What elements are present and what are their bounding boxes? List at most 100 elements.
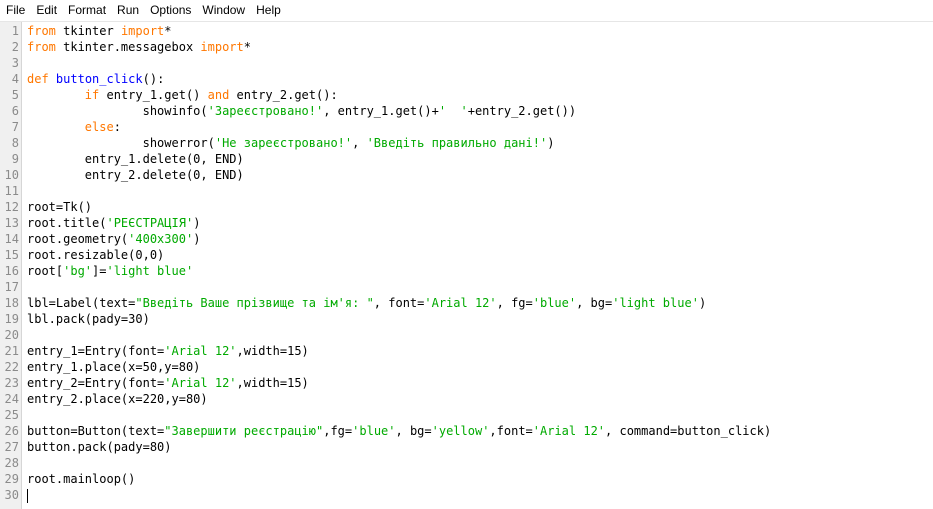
code-token: entry_2.delete(0, END)	[27, 168, 244, 182]
code-line[interactable]: 30	[0, 487, 933, 503]
code-text: root.mainloop()	[27, 471, 135, 487]
code-token: , bg=	[576, 296, 613, 310]
code-text: root.title('РЕЄСТРАЦІЯ')	[27, 215, 200, 231]
code-line[interactable]: 18 lbl=Label(text="Введіть Ваше прізвище …	[0, 295, 933, 311]
code-line[interactable]: 20	[0, 327, 933, 343]
menu-run[interactable]: Run	[111, 0, 144, 20]
line-number: 30	[4, 488, 19, 502]
code-token: tkinter.messagebox	[55, 40, 201, 54]
code-token: ' '	[438, 104, 468, 118]
code-line[interactable]: 12 root=Tk()	[0, 199, 933, 215]
menu-options[interactable]: Options	[144, 0, 196, 20]
code-token: 'Введіть правильно дані!'	[366, 136, 548, 150]
code-token: 'blue'	[532, 296, 577, 310]
code-text: entry_2.delete(0, END)	[27, 167, 244, 183]
code-line[interactable]: 28	[0, 455, 933, 471]
text-cursor	[27, 489, 28, 503]
code-token: entry_1.delete(0, END)	[27, 152, 244, 166]
code-text: def button_click():	[27, 71, 164, 87]
line-number: 8	[11, 136, 19, 150]
code-token: button.pack(pady=80)	[27, 440, 172, 454]
code-line[interactable]: 22 entry_1.place(x=50,y=80)	[0, 359, 933, 375]
code-line[interactable]: 11	[0, 183, 933, 199]
code-line[interactable]: 21 entry_1=Entry(font='Arial 12',width=15…	[0, 343, 933, 359]
code-token: ,width=15)	[236, 344, 309, 358]
code-token: from	[27, 40, 56, 54]
code-text: entry_1.delete(0, END)	[27, 151, 244, 167]
code-token: entry_2=Entry(font=	[27, 376, 165, 390]
code-line[interactable]: 25	[0, 407, 933, 423]
line-number: 2	[11, 40, 19, 54]
code-line[interactable]: 7 else:	[0, 119, 933, 135]
code-line[interactable]: 17	[0, 279, 933, 295]
code-line[interactable]: 6 showinfo('Зареєстровано!', entry_1.get…	[0, 103, 933, 119]
menu-edit[interactable]: Edit	[30, 0, 62, 20]
line-number: 12	[4, 200, 19, 214]
code-line[interactable]: 8 showerror('Не зареєстровано!', 'Введіт…	[0, 135, 933, 151]
code-line[interactable]: 5 if entry_1.get() and entry_2.get():	[0, 87, 933, 103]
code-token: button=Button(text=	[27, 424, 165, 438]
line-number: 29	[4, 472, 19, 486]
line-number: 4	[11, 72, 19, 86]
code-token: "Завершити реєстрацію"	[164, 424, 324, 438]
line-number: 14	[4, 232, 19, 246]
menu-window[interactable]: Window	[196, 0, 250, 20]
code-line[interactable]: 23 entry_2=Entry(font='Arial 12',width=15…	[0, 375, 933, 391]
code-line[interactable]: 2 from tkinter.messagebox import*	[0, 39, 933, 55]
code-line[interactable]: 19 lbl.pack(pady=30)	[0, 311, 933, 327]
code-token: root=Tk()	[27, 200, 93, 214]
code-token: 'bg'	[63, 264, 93, 278]
code-line[interactable]: 1 from tkinter import*	[0, 23, 933, 39]
code-line[interactable]: 4 def button_click():	[0, 71, 933, 87]
line-number: 27	[4, 440, 19, 454]
code-token: entry_2.place(x=220,y=80)	[27, 392, 208, 406]
code-line[interactable]: 9 entry_1.delete(0, END)	[0, 151, 933, 167]
line-number: 16	[4, 264, 19, 278]
line-number: 13	[4, 216, 19, 230]
code-token: :	[113, 120, 121, 134]
code-text: from tkinter import*	[27, 23, 172, 39]
line-number: 28	[4, 456, 19, 470]
code-token: 'Arial 12'	[424, 296, 497, 310]
code-line[interactable]: 27 button.pack(pady=80)	[0, 439, 933, 455]
code-token: 'Arial 12'	[532, 424, 606, 438]
line-number: 3	[11, 56, 19, 70]
code-text: entry_1.place(x=50,y=80)	[27, 359, 200, 375]
code-line[interactable]: 10 entry_2.delete(0, END)	[0, 167, 933, 183]
code-line[interactable]: 16 root['bg']='light blue'	[0, 263, 933, 279]
code-line[interactable]: 24 entry_2.place(x=220,y=80)	[0, 391, 933, 407]
code-text: showerror('Не зареєстровано!', 'Введіть …	[27, 135, 555, 151]
line-number: 22	[4, 360, 19, 374]
code-text: entry_1=Entry(font='Arial 12',width=15)	[27, 343, 309, 359]
code-token: entry_1.place(x=50,y=80)	[27, 360, 201, 374]
code-line[interactable]: 29 root.mainloop()	[0, 471, 933, 487]
code-line[interactable]: 13 root.title('РЕЄСТРАЦІЯ')	[0, 215, 933, 231]
menu-format[interactable]: Format	[62, 0, 111, 20]
code-token: tkinter	[55, 24, 121, 38]
code-token: root.title(	[27, 216, 107, 230]
menu-help[interactable]: Help	[250, 0, 286, 20]
code-token: 'Не зареєстровано!'	[214, 136, 353, 150]
code-line[interactable]: 3	[0, 55, 933, 71]
code-text: button.pack(pady=80)	[27, 439, 172, 455]
code-editor[interactable]: 1 from tkinter import* 2 from tkinter.messa…	[0, 21, 933, 509]
code-line[interactable]: 14 root.geometry('400x300')	[0, 231, 933, 247]
code-token: root.resizable(0,0)	[27, 248, 165, 262]
code-token: from	[27, 24, 56, 38]
line-number: 24	[4, 392, 19, 406]
line-number: 26	[4, 424, 19, 438]
code-token: 'Arial 12'	[164, 376, 237, 390]
code-token: , bg=	[395, 424, 432, 438]
code-token: )	[193, 232, 201, 246]
code-text: showinfo('Зареєстровано!', entry_1.get()…	[27, 103, 577, 119]
line-number: 21	[4, 344, 19, 358]
menu-file[interactable]: File	[0, 0, 30, 20]
line-number: 11	[4, 184, 19, 198]
code-token: lbl.pack(pady=30)	[27, 312, 150, 326]
code-token: def	[27, 72, 49, 86]
code-line[interactable]: 15 root.resizable(0,0)	[0, 247, 933, 263]
code-line[interactable]: 26 button=Button(text="Завершити реєстрац…	[0, 423, 933, 439]
code-token: 'Зареєстровано!'	[207, 104, 324, 118]
code-token: 'РЕЄСТРАЦІЯ'	[106, 216, 194, 230]
